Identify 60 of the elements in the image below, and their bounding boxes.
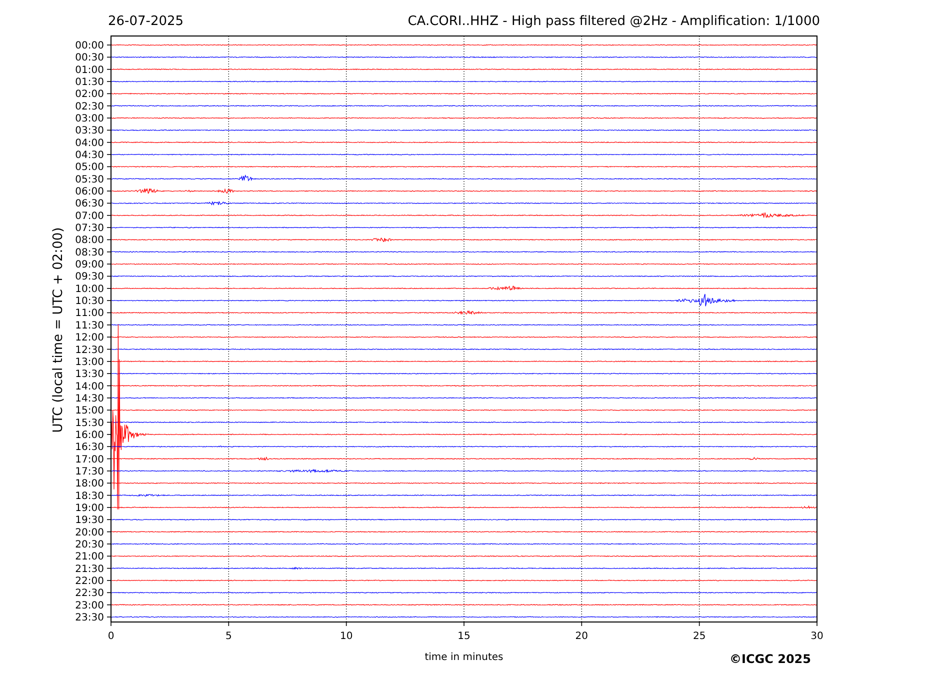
y-tick-label: 10:30 <box>75 296 104 308</box>
y-tick-label: 13:30 <box>75 369 104 380</box>
y-tick-label: 03:00 <box>75 114 104 125</box>
y-tick-label: 17:30 <box>75 466 104 478</box>
y-tick-label: 08:30 <box>75 247 104 258</box>
x-tick-label: 30 <box>810 631 824 642</box>
y-tick-label: 06:30 <box>75 198 104 210</box>
y-tick-label: 10:00 <box>75 284 104 295</box>
y-tick-label: 19:30 <box>75 515 104 526</box>
x-tick-label: 0 <box>108 631 114 642</box>
y-tick-label: 07:00 <box>75 210 104 222</box>
date-label: 26-07-2025 <box>108 14 184 29</box>
y-tick-label: 06:00 <box>75 186 104 198</box>
chart-title: CA.CORI..HHZ - High pass filtered @2Hz - Amplification: 1/1000 <box>408 14 820 29</box>
y-tick-label: 21:00 <box>75 552 104 563</box>
y-tick-label: 23:00 <box>75 600 104 612</box>
y-tick-label: 23:30 <box>75 612 104 624</box>
y-axis-label: UTC (local time = UTC + 02:00) <box>51 227 66 433</box>
y-tick-label: 12:30 <box>75 344 104 356</box>
y-tick-label: 16:30 <box>75 442 104 454</box>
y-tick-label: 09:30 <box>75 272 104 283</box>
y-tick-label: 20:30 <box>75 539 104 550</box>
y-tick-label: 02:00 <box>75 89 104 100</box>
y-tick-label: 00:30 <box>75 52 104 64</box>
y-tick-label: 11:00 <box>75 308 104 320</box>
x-tick-label: 10 <box>340 631 353 642</box>
copyright-label: ©ICGC 2025 <box>729 652 811 666</box>
y-tick-label: 18:30 <box>75 490 104 502</box>
x-tick-label: 25 <box>692 631 706 642</box>
y-tick-label: 04:30 <box>75 150 104 162</box>
y-tick-label: 16:00 <box>75 430 104 441</box>
y-tick-label: 19:00 <box>75 502 104 514</box>
y-tick-label: 01:00 <box>75 64 104 76</box>
x-tick-label: 5 <box>225 631 232 642</box>
y-tick-label: 11:30 <box>75 320 104 332</box>
y-tick-label: 05:00 <box>75 162 104 174</box>
y-tick-label: 04:00 <box>75 138 104 149</box>
y-tick-label: 12:00 <box>75 332 104 344</box>
y-tick-label: 08:00 <box>75 235 104 246</box>
x-tick-label: 20 <box>575 631 588 642</box>
y-tick-label: 09:00 <box>75 260 104 271</box>
y-tick-label: 02:30 <box>75 101 104 112</box>
y-tick-label: 18:00 <box>75 478 104 490</box>
y-tick-label: 01:30 <box>75 77 104 88</box>
y-tick-label: 22:00 <box>75 576 104 587</box>
y-tick-label: 22:30 <box>75 588 104 600</box>
y-tick-label: 14:00 <box>75 381 104 392</box>
y-tick-label: 03:30 <box>75 126 104 137</box>
y-tick-label: 13:00 <box>75 356 104 368</box>
y-tick-label: 15:30 <box>75 418 104 429</box>
x-axis-label: time in minutes <box>424 652 504 663</box>
y-tick-label: 20:00 <box>75 527 104 538</box>
y-tick-label: 17:00 <box>75 454 104 466</box>
y-tick-label: 14:30 <box>75 393 104 404</box>
y-tick-label: 00:00 <box>75 40 104 52</box>
x-tick-label: 15 <box>458 631 470 642</box>
y-tick-label: 15:00 <box>75 406 104 417</box>
y-tick-label: 05:30 <box>75 174 104 186</box>
y-tick-label: 21:30 <box>75 564 104 575</box>
y-tick-label: 07:30 <box>75 223 104 234</box>
